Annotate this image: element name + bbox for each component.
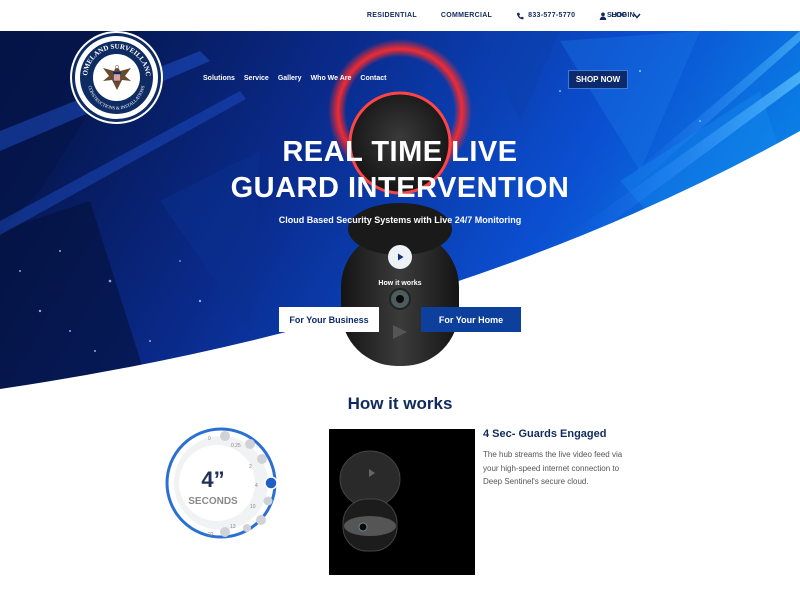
play-icon — [398, 253, 404, 261]
chevron-down-icon — [633, 13, 641, 19]
top-links: RESIDENTIAL COMMERCIAL 833-577-5770 LOGI… — [367, 0, 635, 31]
dial-tick-2: 2 — [249, 464, 252, 470]
hero-title-line2: GUARD INTERVENTION — [230, 172, 570, 204]
dial-tick-10: 10 — [250, 504, 256, 510]
dial-tick-0: 0 — [208, 436, 211, 442]
response-time-dial: 0 0.25 2 4 10 13 22 4” SECONDS — [165, 427, 278, 539]
step-description: The hub streams the live video feed via … — [483, 450, 623, 486]
for-home-button[interactable]: For Your Home — [421, 307, 521, 332]
how-it-works-video[interactable] — [329, 429, 475, 575]
dial-value: 4” — [201, 467, 224, 492]
nav-who-we-are[interactable]: Who We Are — [311, 75, 352, 82]
site-logo[interactable]: HOMELAND SURVEILLANCE CONSTRUCTIONS & IN… — [72, 33, 161, 122]
nav-service[interactable]: Service — [244, 75, 269, 82]
hero-section: HOMELAND SURVEILLANCE CONSTRUCTIONS & IN… — [0, 31, 800, 391]
shop-label: SHOP — [607, 12, 627, 19]
camera-video-frame — [339, 450, 401, 552]
nav-solutions[interactable]: Solutions — [203, 75, 235, 82]
eagle-icon — [102, 64, 131, 90]
dial-tick-4: 4 — [255, 483, 258, 489]
nav-contact[interactable]: Contact — [360, 75, 386, 82]
dial-tick-13: 13 — [230, 524, 236, 530]
hero-title-line1: REAL TIME LIVE — [282, 136, 518, 168]
nav-gallery[interactable]: Gallery — [278, 75, 302, 82]
phone-link[interactable]: 833-577-5770 — [516, 12, 575, 20]
dial-unit: SECONDS — [188, 496, 238, 507]
hero-subtitle: Cloud Based Security Systems with Live 2… — [278, 215, 522, 225]
phone-icon — [516, 12, 524, 19]
commercial-link[interactable]: COMMERCIAL — [441, 12, 492, 19]
phone-number: 833-577-5770 — [528, 12, 576, 19]
for-business-button[interactable]: For Your Business — [279, 307, 379, 332]
play-video-label: How it works — [378, 280, 422, 287]
top-bar: RESIDENTIAL COMMERCIAL 833-577-5770 LOGI… — [0, 0, 800, 31]
shop-now-button[interactable]: SHOP NOW — [568, 70, 628, 89]
dial-tick-22: 22 — [208, 532, 214, 538]
hero-title: REAL TIME LIVE GUARD INTERVENTION — [0, 134, 800, 206]
dial-tick-025: 0.25 — [231, 443, 241, 449]
play-video-button[interactable] — [388, 245, 412, 269]
logo-seal — [93, 54, 140, 101]
shop-dropdown[interactable]: SHOP — [607, 0, 641, 31]
main-nav: Solutions Service Gallery Who We Are Con… — [203, 75, 386, 82]
how-it-works-heading: How it works — [347, 394, 453, 413]
residential-link[interactable]: RESIDENTIAL — [367, 12, 417, 19]
step-title: 4 Sec- Guards Engaged — [483, 428, 607, 440]
